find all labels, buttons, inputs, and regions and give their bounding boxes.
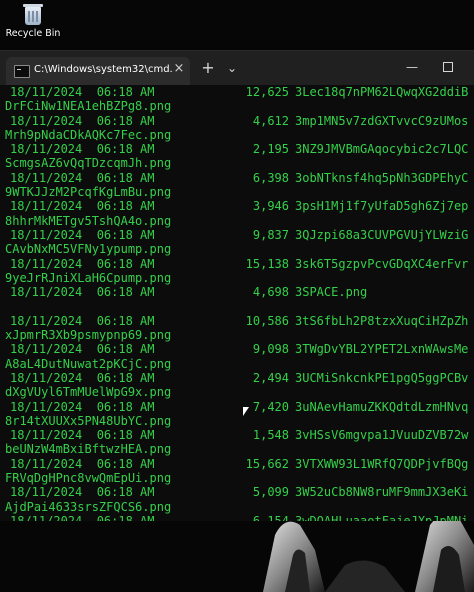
file-name: 3W52uCb8NW8ruMF9mmJX3eKi <box>295 485 469 500</box>
tab-close-icon[interactable]: × <box>172 62 186 76</box>
console-row: AjdPai4633srsZFQCS6.png 18/11/2024 06:18 … <box>0 500 474 521</box>
prev-file-name: dXgVUyl6TmMUelWpG9x.png <box>5 385 172 400</box>
file-size: 9,837 <box>252 227 289 242</box>
prev-file-name: AjdPai4633srsZFQCS6.png <box>5 499 172 514</box>
minimize-button[interactable]: — <box>398 57 426 77</box>
file-size: 6,154 <box>252 513 289 521</box>
file-date: 18/11/2024 06:18 AM <box>10 227 155 242</box>
prev-file-name: 9yeJrRJniXLaH6Cpump.png <box>5 270 172 285</box>
tab-cmd[interactable]: C:\Windows\system32\cmd.e: × <box>6 57 190 85</box>
file-size: 4,698 <box>252 285 289 300</box>
mouse-cursor-icon <box>243 407 253 416</box>
console-row: A8aL4DutNuwat2pKCjC.png 18/11/2024 06:18 … <box>0 357 474 386</box>
file-size: 2,195 <box>252 142 289 157</box>
file-size: 4,612 <box>252 113 289 128</box>
prev-file-name: Mrh9pNdaCDkAQKc7Fec.png <box>5 127 172 142</box>
file-name: 3wDQAHLuaaotFajeJXpJpMNi <box>295 513 469 521</box>
recycle-bin-icon <box>22 2 44 26</box>
file-size: 12,625 <box>245 85 289 99</box>
file-name: 3NZ9JMVBmGAqocybic2c7LQC <box>295 142 469 157</box>
file-name: 3uNAevHamuZKKQdtdLzmHNvq <box>295 399 469 414</box>
tab-title: C:\Windows\system32\cmd.e: <box>34 64 172 75</box>
console-row: dXgVUyl6TmMUelWpG9x.png 18/11/2024 06:18 … <box>0 385 474 414</box>
console-row: Mrh9pNdaCDkAQKc7Fec.png 18/11/2024 06:18 … <box>0 128 474 157</box>
prev-file-name: A8aL4DutNuwat2pKCjC.png <box>5 356 172 371</box>
file-date: 18/11/2024 06:18 AM <box>10 113 155 128</box>
prev-file-name: beUNzW4mBxiBftwzHEA.png <box>5 442 172 457</box>
prev-file-name: CAvbNxMC5VFNy1ypump.png <box>5 242 172 257</box>
console-output[interactable]: 18/11/2024 06:18 AM 12,625 3Lec18q7nPM62… <box>0 85 474 521</box>
file-date: 18/11/2024 06:18 AM <box>10 285 155 300</box>
console-row: 9yeJrRJniXLaH6Cpump.png 18/11/2024 06:18 … <box>0 271 474 300</box>
prev-file-name: ScmgsAZ6vQqTDzcqmJh.png <box>5 156 172 171</box>
file-size: 7,420 <box>252 399 289 414</box>
file-size: 5,099 <box>252 485 289 500</box>
prev-file-name: DrFCiNw1NEA1ehBZPg8.png <box>5 99 172 114</box>
file-size: 10,586 <box>245 313 289 328</box>
file-date: 18/11/2024 06:18 AM <box>10 399 155 414</box>
file-date: 18/11/2024 06:18 AM <box>10 85 155 99</box>
file-name: 3vHSsV6mgvpa1JVuuDZVB72w <box>295 428 469 443</box>
console-row: 18/11/2024 06:18 AM 10,586 3tS6fbLh2P8tzxX… <box>0 299 474 328</box>
console-row: CAvbNxMC5VFNy1ypump.png 18/11/2024 06:18 … <box>0 242 474 271</box>
prev-file-name: xJpmrR3Xb9psmypnp69.png <box>5 328 172 343</box>
file-date: 18/11/2024 06:18 AM <box>10 428 155 443</box>
console-row: xJpmrR3Xb9psmypnp69.png 18/11/2024 06:18 … <box>0 328 474 357</box>
new-tab-button[interactable]: + <box>198 58 218 78</box>
maximize-button[interactable] <box>434 57 462 77</box>
console-row: beUNzW4mBxiBftwzHEA.png 18/11/2024 06:18 … <box>0 442 474 471</box>
tab-dropdown-icon[interactable]: ⌄ <box>222 58 242 78</box>
console-row: 8r14tXUUXx5PN48UbYC.png 18/11/2024 06:18 … <box>0 414 474 443</box>
console-row: FRVqDgHPnc8vwQmEpUi.png 18/11/2024 06:18 … <box>0 471 474 500</box>
console-row: 8hhrMkMETgv5TshQA4o.png 18/11/2024 06:18 … <box>0 214 474 243</box>
file-date: 18/11/2024 06:18 AM <box>10 170 155 185</box>
file-size: 9,098 <box>252 342 289 357</box>
file-name: 3SPACE.png <box>295 285 368 300</box>
file-size: 2,494 <box>252 370 289 385</box>
file-name: 3tS6fbLh2P8tzxXuqCiHZpZh <box>295 313 469 328</box>
file-date: 18/11/2024 06:18 AM <box>10 142 155 157</box>
terminal-window[interactable]: C:\Windows\system32\cmd.e: × + ⌄ — 18/11… <box>0 50 474 521</box>
file-date: 18/11/2024 06:18 AM <box>10 342 155 357</box>
prev-file-name: 8hhrMkMETgv5TshQA4o.png <box>5 213 172 228</box>
cmd-icon <box>14 65 30 78</box>
file-date: 18/11/2024 06:18 AM <box>10 199 155 214</box>
terminal-tab-bar: C:\Windows\system32\cmd.e: × + ⌄ — <box>0 51 474 85</box>
file-size: 15,662 <box>245 456 289 471</box>
console-row: DrFCiNw1NEA1ehBZPg8.png 18/11/2024 06:18 … <box>0 99 474 128</box>
file-date: 18/11/2024 06:18 AM <box>10 485 155 500</box>
file-size: 15,138 <box>245 256 289 271</box>
file-name: 3obNTknsf4hq5pNh3GDPEhyC <box>295 170 469 185</box>
console-first-line: 18/11/2024 06:18 AM 12,625 3Lec18q7nPM62… <box>0 85 474 99</box>
recycle-bin-label: Recycle Bin <box>5 28 61 39</box>
console-row: ScmgsAZ6vQqTDzcqmJh.png 18/11/2024 06:18 … <box>0 156 474 185</box>
file-name: 3mp1MN5v7zdGXTvvcC9zUMos <box>295 113 469 128</box>
file-date: 18/11/2024 06:18 AM <box>10 456 155 471</box>
recycle-bin-shortcut[interactable]: Recycle Bin <box>4 2 62 46</box>
file-name: 3VTXWW93L1WRfQ7QDPjvfBQg <box>295 456 469 471</box>
console-row: 9WTKJJzM2PcqfKgLmBu.png 18/11/2024 06:18 … <box>0 185 474 214</box>
maximize-icon <box>443 62 453 72</box>
prev-file-name: 8r14tXUUXx5PN48UbYC.png <box>5 413 172 428</box>
file-date: 18/11/2024 06:18 AM <box>10 313 155 328</box>
prev-file-name: 9WTKJJzM2PcqfKgLmBu.png <box>5 185 172 200</box>
file-name: 3UCMiSnkcnkPE1pgQ5ggPCBv <box>295 370 469 385</box>
prev-file-name: FRVqDgHPnc8vwQmEpUi.png <box>5 471 172 486</box>
file-date: 18/11/2024 06:18 AM <box>10 370 155 385</box>
file-name: 3TWgDvYBL2YPET2LxnWAwsMe <box>295 342 469 357</box>
file-size: 1,548 <box>252 428 289 443</box>
file-name: 3QJzpi68a3CUVPGVUjYLWziG <box>295 227 469 242</box>
file-size: 6,398 <box>252 170 289 185</box>
file-name: 3psH1Mj1f7yUfaD5gh6Zj7ep <box>295 199 469 214</box>
file-name: 3sk6T5gzpvPcvGDqXC4erFvr <box>295 256 469 271</box>
file-name: 3Lec18q7nPM62LQwqXG2ddiB <box>295 85 469 99</box>
file-date: 18/11/2024 06:18 AM <box>10 256 155 271</box>
file-date: 18/11/2024 06:18 AM <box>10 513 155 521</box>
file-size: 3,946 <box>252 199 289 214</box>
